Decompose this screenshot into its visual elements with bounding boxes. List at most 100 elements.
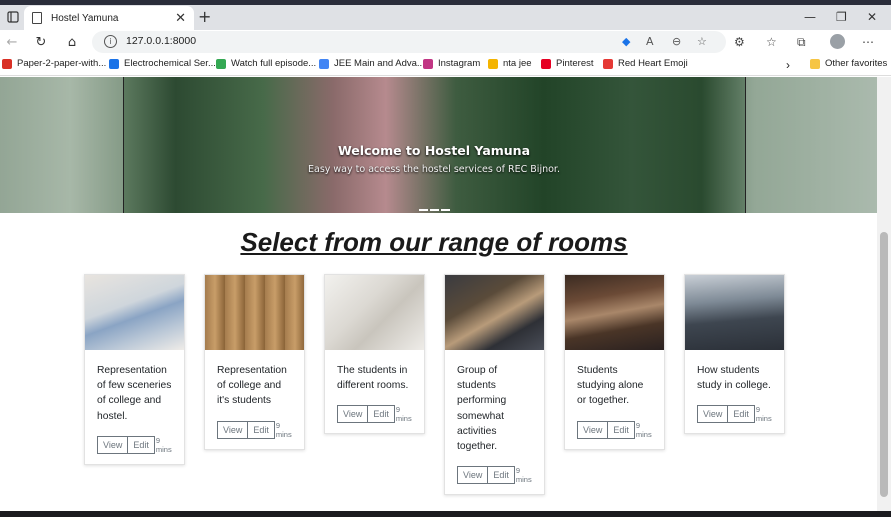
bookmark-icon	[109, 58, 119, 69]
view-button[interactable]: View	[697, 405, 729, 424]
time-label: 9 mins	[635, 420, 652, 439]
folder-icon	[810, 58, 820, 69]
view-button[interactable]: View	[97, 435, 129, 454]
profile-avatar[interactable]	[830, 34, 845, 49]
bookmark-item[interactable]: Paper-2-paper-with...	[2, 58, 106, 69]
card-text: The students in different rooms.	[337, 365, 409, 392]
card-actions: View Edit 9 mins	[205, 409, 304, 449]
tag-icon[interactable]: ◆	[622, 35, 630, 48]
favorites-icon[interactable]: ☆	[766, 35, 777, 49]
edit-button[interactable]: Edit	[248, 420, 275, 439]
bookmark-icon	[488, 58, 498, 69]
browser-toolbar: ← ↻ ⌂ i 127.0.0.1:8000 ◆ A ⊖ ☆ ⚙ ☆ ⧉ ⋯	[0, 30, 891, 54]
page-content: Welcome to Hostel Yamuna Easy way to acc…	[0, 77, 877, 511]
url-text[interactable]: 127.0.0.1:8000	[126, 35, 196, 47]
restore-icon[interactable]: ❐	[836, 10, 847, 24]
bookmark-item[interactable]: Watch full episode...	[216, 58, 316, 69]
time-label: 9 mins	[755, 405, 772, 424]
more-icon[interactable]: ⋯	[862, 35, 874, 49]
taskbar-edge	[0, 511, 891, 517]
carousel-indicator[interactable]	[441, 209, 450, 211]
card-text: Representation of college and it's stude…	[217, 365, 287, 407]
view-button[interactable]: View	[337, 405, 369, 424]
tab-actions-icon	[7, 11, 19, 23]
carousel-indicators	[419, 209, 450, 211]
address-bar[interactable]: i 127.0.0.1:8000 ◆ A ⊖ ☆	[92, 31, 726, 53]
card-image	[445, 275, 544, 350]
read-aloud-icon[interactable]: A	[646, 35, 654, 48]
bookmark-label: Pinterest	[556, 58, 594, 69]
tab-title: Hostel Yamuna	[51, 12, 119, 24]
bookmark-item[interactable]: Pinterest	[541, 58, 594, 69]
room-card: Representation of college and it's stude…	[204, 274, 305, 450]
home-icon[interactable]: ⌂	[63, 33, 81, 51]
carousel-indicator[interactable]	[419, 209, 428, 211]
bookmark-icon	[603, 58, 613, 69]
time-label: 9 mins	[395, 405, 412, 424]
new-tab-icon[interactable]: +	[198, 7, 211, 26]
bookmark-icon	[216, 58, 226, 69]
edit-button[interactable]: Edit	[608, 420, 635, 439]
bookmark-icon	[541, 58, 551, 69]
close-tab-icon[interactable]: ✕	[175, 11, 186, 26]
other-favorites[interactable]: Other favorites	[810, 58, 887, 69]
bookmark-label: JEE Main and Adva...	[334, 58, 425, 69]
minimize-icon[interactable]: —	[804, 10, 816, 24]
edit-button[interactable]: Edit	[368, 405, 395, 424]
time-label: 9 mins	[275, 420, 292, 439]
bookmark-label: Watch full episode...	[231, 58, 317, 69]
room-card: Representation of few sceneries of colle…	[84, 274, 185, 465]
room-card: Group of students performing somewhat ac…	[444, 274, 545, 496]
bookmark-icon	[319, 58, 329, 69]
bookmark-label: Electrochemical Ser...	[124, 58, 216, 69]
time-label: 9 mins	[155, 435, 172, 454]
bookmark-item[interactable]: Instagram	[423, 58, 480, 69]
close-window-icon[interactable]: ✕	[867, 10, 877, 24]
zoom-icon[interactable]: ⊖	[672, 35, 681, 48]
card-text: Students studying alone or together.	[577, 365, 644, 407]
card-text: How students study in college.	[697, 365, 771, 392]
chevron-right-icon[interactable]: ›	[786, 58, 790, 72]
time-label: 9 mins	[515, 466, 532, 485]
room-card: The students in different rooms. View Ed…	[324, 274, 425, 435]
bookmark-item[interactable]: JEE Main and Adva...	[319, 58, 425, 69]
hero-title: Welcome to Hostel Yamuna	[337, 143, 531, 158]
back-icon[interactable]: ←	[3, 33, 21, 51]
bookmark-item[interactable]: Red Heart Emoji	[603, 58, 688, 69]
card-actions: View Edit 9 mins	[85, 424, 184, 464]
info-icon[interactable]: i	[104, 35, 117, 48]
view-button[interactable]: View	[457, 466, 489, 485]
bookmark-label: Paper-2-paper-with...	[17, 58, 107, 69]
extensions-icon[interactable]: ⚙	[734, 35, 745, 49]
carousel-indicator[interactable]	[430, 209, 439, 211]
edit-button[interactable]: Edit	[728, 405, 755, 424]
scrollbar-thumb[interactable]	[880, 232, 888, 497]
view-button[interactable]: View	[577, 420, 609, 439]
refresh-icon[interactable]: ↻	[32, 33, 50, 51]
bookmarks-bar: Paper-2-paper-with... Electrochemical Se…	[0, 54, 891, 76]
card-image	[205, 275, 304, 350]
collections-icon[interactable]: ⧉	[797, 35, 806, 50]
edit-button[interactable]: Edit	[128, 435, 155, 454]
bookmark-label: nta jee	[503, 58, 532, 69]
card-actions: View Edit 9 mins	[565, 409, 664, 449]
page-scrollbar[interactable]	[877, 77, 891, 511]
bookmark-icon	[2, 58, 12, 69]
tab-strip: Hostel Yamuna ✕ + — ❐ ✕	[0, 5, 891, 30]
room-card: Students studying alone or together. Vie…	[564, 274, 665, 450]
tab-hostel-yamuna[interactable]: Hostel Yamuna ✕	[24, 6, 194, 30]
bookmark-label: Red Heart Emoji	[618, 58, 688, 69]
card-image	[565, 275, 664, 350]
page-icon	[32, 12, 42, 24]
bookmark-item[interactable]: Electrochemical Ser...	[109, 58, 216, 69]
tab-actions-button[interactable]	[4, 8, 22, 26]
card-actions: View Edit 9 mins	[445, 454, 544, 494]
favorite-icon[interactable]: ☆	[697, 35, 707, 48]
hero-subtitle: Easy way to access the hostel services o…	[308, 164, 560, 175]
view-button[interactable]: View	[217, 420, 249, 439]
room-card: How students study in college. View Edit…	[684, 274, 785, 435]
edit-button[interactable]: Edit	[488, 466, 515, 485]
card-image	[685, 275, 784, 350]
bookmark-item[interactable]: nta jee	[488, 58, 532, 69]
other-favorites-label: Other favorites	[825, 58, 888, 69]
